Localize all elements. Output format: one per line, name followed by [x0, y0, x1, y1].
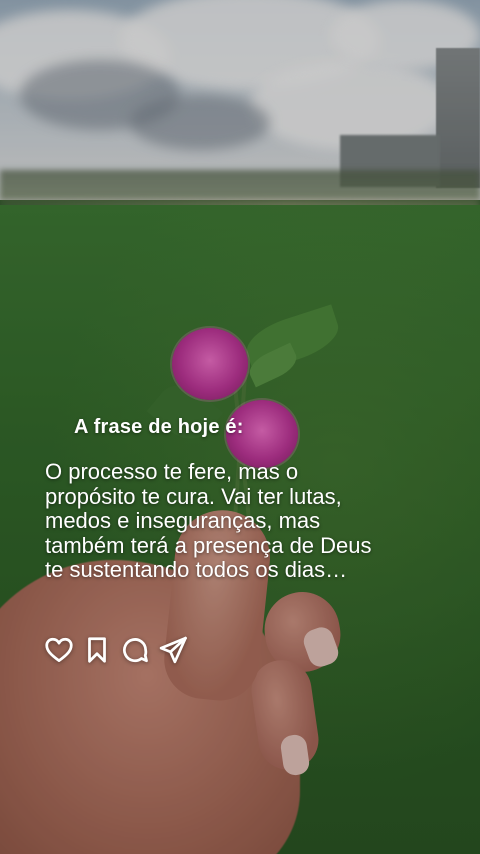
comment-button[interactable] — [120, 634, 150, 666]
post-title: A frase de hoje é: — [74, 416, 244, 438]
quote-line: também terá a presença de Deus — [45, 532, 372, 558]
share-button[interactable] — [158, 634, 188, 666]
quote-line: propósito te cura. Vai ter lutas, — [45, 483, 342, 509]
quote-text: O processo te fere, mas o propósito te c… — [45, 459, 425, 583]
bookmark-icon — [88, 637, 106, 663]
comment-icon — [123, 638, 148, 663]
action-bar — [44, 634, 188, 666]
quote-line: medos e inseguranças, mas — [45, 508, 321, 533]
heart-icon — [45, 637, 73, 662]
quote-line: O processo te fere, mas o — [45, 459, 299, 484]
send-icon — [159, 636, 187, 664]
save-button[interactable] — [82, 634, 112, 666]
quote-line: te sustentando todos os dias… — [45, 557, 348, 582]
like-button[interactable] — [44, 634, 74, 666]
